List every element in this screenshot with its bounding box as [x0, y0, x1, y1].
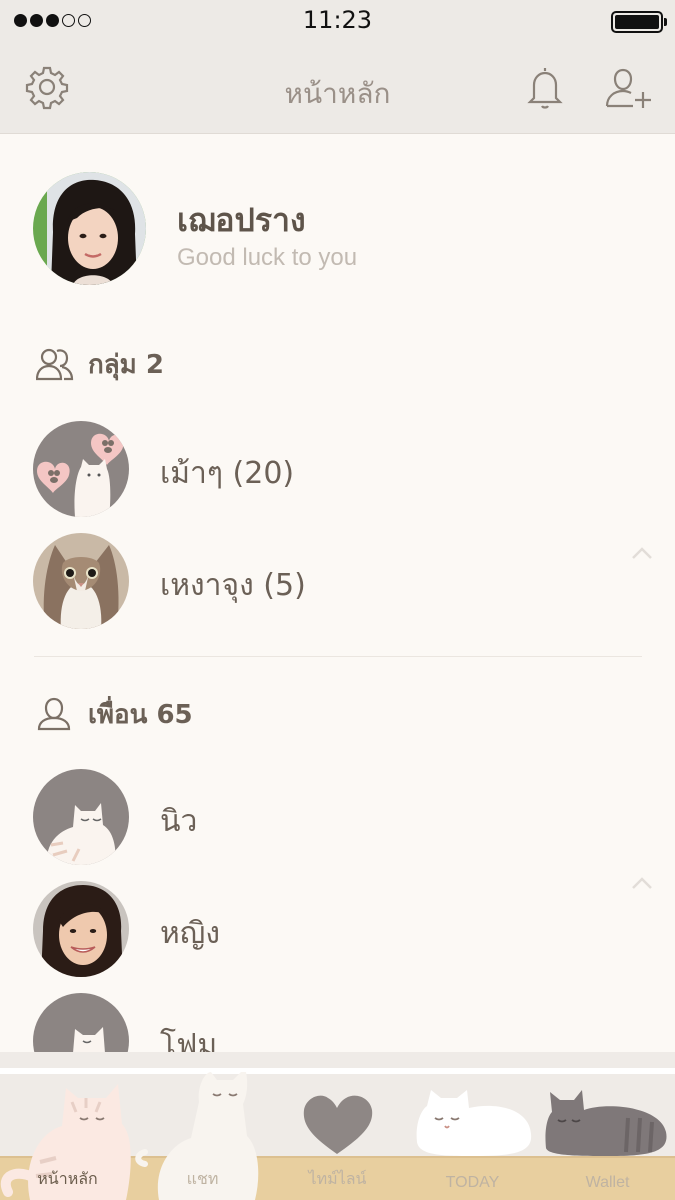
- tab-today[interactable]: TODAY: [405, 1072, 540, 1200]
- friends-section-title: เพื่อน 65: [88, 699, 193, 730]
- friend-row[interactable]: นิว: [0, 766, 675, 866]
- group-avatar: [33, 421, 129, 517]
- groups-section-title: กลุ่ม 2: [88, 349, 164, 380]
- section-divider: [34, 656, 642, 657]
- tab-label: แชท: [186, 1171, 219, 1188]
- friend-name: นิว: [160, 804, 198, 839]
- tab-timeline[interactable]: ไทม์ไลน์: [270, 1072, 405, 1200]
- tab-wallet[interactable]: Wallet: [540, 1072, 675, 1200]
- profile-name[interactable]: เฌอปราง: [177, 195, 306, 246]
- tab-label: ไทม์ไลน์: [308, 1171, 367, 1188]
- add-friend-icon[interactable]: [603, 62, 653, 112]
- status-bar: 11:23: [0, 0, 675, 44]
- profile-avatar[interactable]: [33, 172, 146, 285]
- group-name: เหงาจุง (5): [160, 568, 306, 603]
- tab-label: หน้าหลัก: [37, 1171, 98, 1188]
- group-row[interactable]: เม้าๆ (20): [0, 418, 675, 518]
- friend-avatar: [33, 769, 129, 865]
- groups-section-header[interactable]: กลุ่ม 2: [36, 346, 164, 382]
- friend-name: หญิง: [160, 916, 220, 951]
- group-row[interactable]: เหงาจุง (5): [0, 530, 675, 630]
- battery-icon: [611, 11, 667, 33]
- collapse-groups-chevron-up-icon[interactable]: [631, 546, 653, 560]
- tab-chat[interactable]: แชท: [135, 1072, 270, 1200]
- collapse-friends-chevron-up-icon[interactable]: [631, 876, 653, 890]
- tab-label: TODAY: [445, 1174, 500, 1191]
- friend-row[interactable]: หญิง: [0, 878, 675, 978]
- group-icon: [36, 348, 74, 381]
- friend-avatar: [33, 881, 129, 977]
- bottom-tab-bar: หน้าหลัก แชท ไทม์ไลน์ TODAY Wallet: [0, 1052, 675, 1200]
- tab-home[interactable]: หน้าหลัก: [0, 1072, 135, 1200]
- friends-section-header[interactable]: เพื่อน 65: [36, 696, 193, 732]
- friend-icon: [37, 697, 71, 731]
- page-title: หน้าหลัก: [284, 77, 391, 110]
- group-avatar: [33, 533, 129, 629]
- nav-bar: หน้าหลัก: [0, 44, 675, 134]
- status-time: 11:23: [302, 6, 373, 34]
- notification-bell-icon[interactable]: [520, 62, 570, 112]
- group-name: เม้าๆ (20): [160, 456, 295, 491]
- profile-status-message: Good luck to you: [177, 244, 358, 271]
- tab-label: Wallet: [585, 1174, 630, 1191]
